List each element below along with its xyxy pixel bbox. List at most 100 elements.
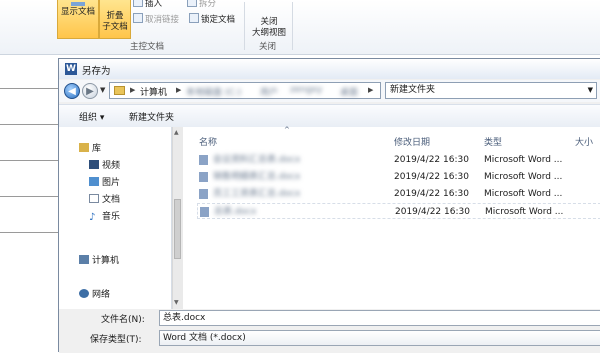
file-name: 员工工资表汇总.docx	[213, 189, 301, 199]
breadcrumb-arrow-icon[interactable]: ▶	[176, 86, 181, 94]
file-date: 2019/4/22 16:30	[394, 172, 469, 182]
column-header-type[interactable]: 类型	[484, 135, 502, 148]
show-document-button[interactable]: 显示文档	[57, 0, 99, 39]
split-button[interactable]: 拆分	[187, 0, 216, 10]
filetype-select[interactable]: Word 文档 (*.docx)	[159, 330, 600, 346]
breadcrumb-users[interactable]: 用户	[260, 85, 278, 98]
nav-network[interactable]: 网络	[79, 287, 110, 300]
group-separator	[292, 2, 293, 50]
unlink-button[interactable]: 取消链接	[133, 13, 179, 26]
nav-computer-label: 计算机	[92, 256, 120, 266]
nav-network-label: 网络	[92, 290, 111, 300]
new-folder-button[interactable]: 新建文件夹	[129, 110, 174, 123]
insert-label: 插入	[145, 0, 163, 9]
video-icon	[89, 160, 99, 169]
file-list: 名称 ^ 修改日期 类型 大小 会议资料汇总表.docx 2019/4/22 1…	[183, 126, 600, 309]
document-line	[0, 232, 60, 233]
music-icon: ♪	[89, 212, 96, 223]
insert-icon	[133, 0, 143, 7]
nav-computer[interactable]: 计算机	[79, 253, 119, 266]
file-name: 会议资料汇总表.docx	[213, 155, 301, 165]
nav-videos-label: 视频	[102, 161, 121, 171]
document-line	[0, 160, 60, 161]
nav-documents[interactable]: 文档	[89, 192, 120, 205]
network-icon	[79, 289, 89, 298]
insert-button[interactable]: 插入	[133, 0, 162, 10]
file-date: 2019/4/22 16:30	[394, 155, 469, 165]
split-label: 拆分	[199, 0, 217, 9]
nav-library-label: 库	[92, 144, 102, 154]
file-row[interactable]: 销售明细表汇总.docx 2019/4/22 16:30 Microsoft W…	[197, 169, 600, 185]
document-line	[0, 88, 60, 89]
dialog-titlebar: W 另存为	[59, 59, 600, 79]
lock-document-button[interactable]: 锁定文档	[189, 13, 235, 26]
address-row: ◀ ▶ ▼ ▶ 计算机 ▶ 本地磁盘 (C:) 用户 zengxy 桌面 ▶ 新…	[59, 80, 600, 102]
scrollbar-thumb[interactable]	[174, 199, 181, 259]
file-row[interactable]: 会议资料汇总表.docx 2019/4/22 16:30 Microsoft W…	[197, 152, 600, 168]
ribbon: 显示文档 折叠 子文档 插入 拆分 取消链接 锁定文档 主控文档 关闭 大纲视图…	[0, 0, 600, 55]
navigation-scrollbar[interactable]: ▲ ▼	[172, 127, 183, 309]
file-type: Microsoft Word ...	[485, 207, 564, 217]
show-document-icon	[71, 2, 85, 6]
filename-input[interactable]: 总表.docx	[159, 310, 600, 326]
chevron-down-icon[interactable]: ▼	[588, 83, 593, 98]
navigation-pane: 库 视频 图片 文档 ♪ 音乐 计算机 网络	[59, 127, 172, 309]
file-type: Microsoft Word ...	[484, 189, 563, 199]
word-icon: W	[65, 63, 77, 75]
unlink-icon	[133, 13, 143, 23]
collapse-subdocuments-button[interactable]: 折叠 子文档	[99, 0, 131, 39]
breadcrumb-computer[interactable]: 计算机	[140, 85, 167, 98]
breadcrumb-drive[interactable]: 本地磁盘 (C:)	[186, 85, 241, 98]
scroll-down-icon[interactable]: ▼	[174, 299, 179, 306]
column-header-size[interactable]: 大小	[575, 135, 593, 148]
lock-document-label: 锁定文档	[201, 15, 236, 25]
collapse-subdocuments-label: 折叠 子文档	[102, 11, 128, 32]
nav-music[interactable]: ♪ 音乐	[89, 209, 121, 223]
nav-videos[interactable]: 视频	[89, 158, 120, 171]
file-row-selected[interactable]: 总表.docx 2019/4/22 16:30 Microsoft Word .…	[197, 203, 600, 219]
address-bar[interactable]: ▶ 计算机 ▶ 本地磁盘 (C:) 用户 zengxy 桌面 ▶	[109, 82, 381, 99]
file-date: 2019/4/22 16:30	[394, 189, 469, 199]
nav-pictures[interactable]: 图片	[89, 175, 120, 188]
nav-library[interactable]: 库	[79, 141, 101, 154]
column-header-date[interactable]: 修改日期	[394, 135, 430, 148]
breadcrumb-desktop[interactable]: 桌面	[340, 85, 358, 98]
group-label-master-document: 主控文档	[130, 42, 165, 52]
recent-locations-dropdown-icon[interactable]: ▼	[100, 86, 105, 94]
library-icon	[79, 143, 89, 152]
save-as-dialog: W 另存为 ◀ ▶ ▼ ▶ 计算机 ▶ 本地磁盘 (C:) 用户 zengxy …	[58, 58, 600, 353]
nav-documents-label: 文档	[102, 195, 121, 205]
back-arrow-icon[interactable]: ◀	[64, 83, 80, 99]
scroll-up-icon[interactable]: ▲	[174, 129, 179, 136]
current-folder-field[interactable]: 新建文件夹 ▼	[385, 82, 597, 99]
column-header-name[interactable]: 名称	[199, 135, 217, 148]
file-row[interactable]: 员工工资表汇总.docx 2019/4/22 16:30 Microsoft W…	[197, 186, 600, 202]
show-document-label: 显示文档	[60, 7, 95, 17]
word-file-icon	[199, 155, 208, 165]
picture-icon	[89, 177, 99, 186]
close-outline-view-label: 关闭 大纲视图	[251, 17, 286, 38]
breadcrumb-arrow-icon[interactable]: ▶	[130, 86, 135, 94]
nav-music-label: 音乐	[102, 212, 121, 222]
split-icon	[187, 0, 197, 7]
word-file-icon	[199, 189, 208, 199]
document-line	[0, 196, 60, 197]
close-outline-view-button[interactable]: 关闭 大纲视图	[247, 0, 291, 38]
file-name: 总表.docx	[214, 207, 257, 217]
file-date: 2019/4/22 16:30	[395, 207, 470, 217]
nav-pictures-label: 图片	[102, 178, 121, 188]
sort-ascending-icon: ^	[284, 126, 290, 134]
document-line	[0, 124, 60, 125]
breadcrumb-user[interactable]: zengxy	[290, 85, 322, 95]
breadcrumb-arrow-icon[interactable]: ▶	[368, 86, 373, 94]
file-type: Microsoft Word ...	[484, 155, 563, 165]
group-label-close: 关闭	[259, 42, 277, 52]
word-file-icon	[200, 207, 209, 217]
dialog-toolbar: 组织 ▾ 新建文件夹	[59, 104, 600, 128]
save-options-area: 文件名(N): 总表.docx 保存类型(T): Word 文档 (*.docx…	[59, 309, 600, 353]
organize-button[interactable]: 组织 ▾	[79, 110, 104, 123]
computer-icon	[79, 255, 89, 264]
file-type: Microsoft Word ...	[484, 172, 563, 182]
forward-arrow-icon[interactable]: ▶	[82, 83, 98, 99]
current-folder-label: 新建文件夹	[390, 85, 436, 95]
